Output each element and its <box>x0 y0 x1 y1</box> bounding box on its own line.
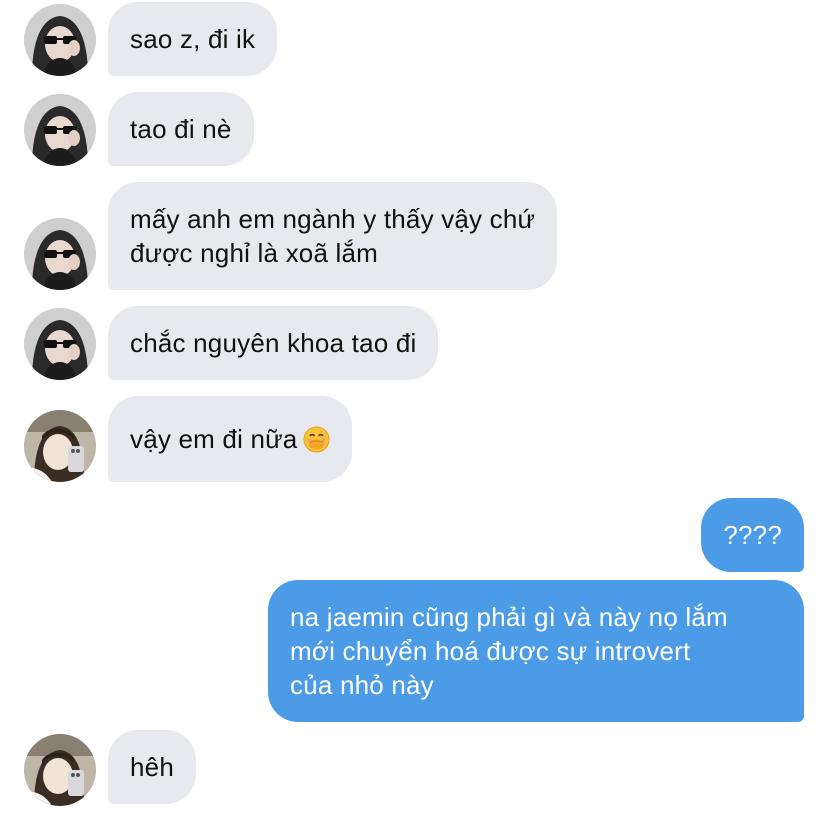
avatar[interactable] <box>24 308 96 380</box>
message-bubble[interactable]: tao đi nè <box>108 92 254 166</box>
message-bubble[interactable]: chắc nguyên khoa tao đi <box>108 306 439 380</box>
message-text: của nhỏ này <box>290 670 434 700</box>
message-text: hêh <box>130 752 174 782</box>
message-bubble-outgoing[interactable]: ???? <box>701 498 804 572</box>
message-bubble[interactable]: sao z, đi ik <box>108 2 278 76</box>
avatar-sunglasses-icon <box>24 308 96 380</box>
message-text: được nghỉ là xoã lắm <box>130 238 379 268</box>
avatar[interactable] <box>24 4 96 76</box>
message-bubble[interactable]: hêh <box>108 730 196 804</box>
hand-over-mouth-emoji-icon <box>303 426 330 453</box>
message-text: na jaemin cũng phải gì và này nọ lắm <box>290 602 728 632</box>
avatar-phone-icon <box>24 734 96 806</box>
message-text: sao z, đi ik <box>130 24 256 54</box>
avatar-sunglasses-icon <box>24 94 96 166</box>
avatar-phone-icon <box>24 410 96 482</box>
message-text: vậy em đi nữa <box>130 422 330 456</box>
avatar[interactable] <box>24 410 96 482</box>
message-text: mới chuyển hoá được sự introvert <box>290 636 691 666</box>
avatar[interactable] <box>24 218 96 290</box>
message-bubble[interactable]: vậy em đi nữa <box>108 396 353 482</box>
avatar-sunglasses-icon <box>24 218 96 290</box>
message-bubble-outgoing[interactable]: na jaemin cũng phải gì và này nọ lắm mới… <box>268 580 804 722</box>
message-text: ???? <box>723 520 782 550</box>
avatar[interactable] <box>24 734 96 806</box>
message-bubble[interactable]: mấy anh em ngành y thấy vậy chứ được ngh… <box>108 182 558 290</box>
avatar[interactable] <box>24 94 96 166</box>
message-text: mấy anh em ngành y thấy vậy chứ <box>130 204 536 234</box>
message-text: tao đi nè <box>130 114 232 144</box>
message-text-content: vậy em đi nữa <box>130 424 298 454</box>
avatar-sunglasses-icon <box>24 4 96 76</box>
message-text: chắc nguyên khoa tao đi <box>130 328 417 358</box>
